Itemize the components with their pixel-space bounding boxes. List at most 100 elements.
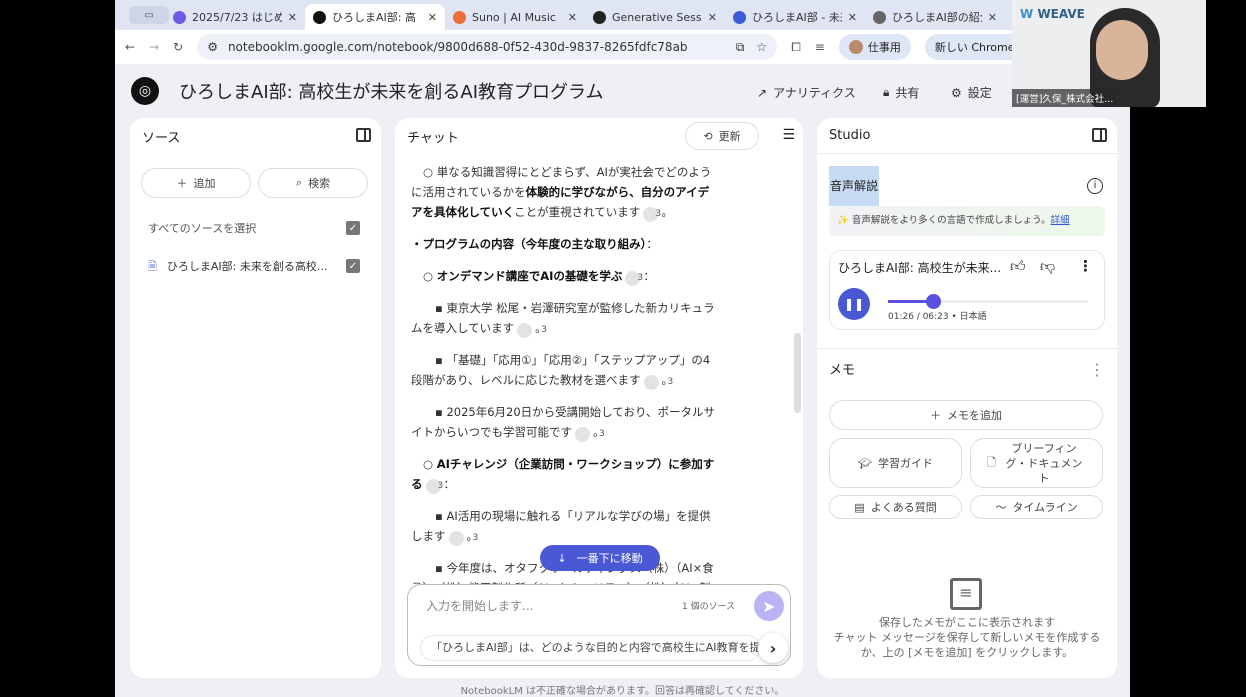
source-item[interactable]: 🗎 ひろしまAI部: 未来を創る高校... bbox=[148, 258, 327, 277]
audio-progress-slider[interactable] bbox=[888, 294, 1088, 309]
close-tab-icon[interactable]: ✕ bbox=[708, 11, 717, 24]
send-icon: ➤ bbox=[762, 596, 776, 616]
citation-chip[interactable]: 3 bbox=[625, 271, 643, 286]
video-call-overlay: W WEAVE [運営]久保_株式会社... bbox=[1012, 0, 1206, 107]
study-guide-button[interactable]: 🎓︎ 学習ガイド bbox=[829, 438, 962, 488]
forward-icon[interactable]: → bbox=[149, 40, 159, 54]
chat-paragraph: ○ 単なる知識習得にとどまらず、AIが実社会でどのように活用されているかを体験的… bbox=[411, 162, 719, 222]
track-title: ひろしまAI部: 高校生が未来... bbox=[838, 261, 1002, 275]
add-memo-button[interactable]: ＋ メモを追加 bbox=[829, 400, 1103, 430]
note-icon: ≡ bbox=[950, 578, 982, 610]
jump-label: 一番下に移動 bbox=[576, 552, 643, 565]
search-label: 検索 bbox=[308, 177, 331, 190]
sources-panel: ソース ＋ 追加 ⌕ 検索 すべてのソースを選択 ✓ 🗎 ひろしまAI部: 未来を創る… bbox=[130, 118, 381, 678]
plus-icon: ＋ bbox=[176, 177, 188, 190]
url-bar[interactable]: ⚙ notebooklm.google.com/notebook/9800d68… bbox=[197, 34, 778, 60]
citation-chip[interactable]: 3 bbox=[425, 479, 443, 494]
chat-text: ： bbox=[643, 269, 655, 283]
refresh-button[interactable]: ⟲ 更新 bbox=[685, 122, 759, 150]
url-text[interactable]: notebooklm.google.com/notebook/9800d688-… bbox=[228, 40, 688, 54]
chat-title: チャット bbox=[407, 130, 459, 146]
site-info-icon[interactable]: ⚙ bbox=[207, 40, 218, 54]
share-button[interactable]: 🔒︎ 共有 bbox=[883, 84, 919, 101]
settings-button[interactable]: ⚙ 設定 bbox=[951, 84, 992, 101]
chat-text: AIチャレンジ（企業訪問・ワークショップ）に参加する bbox=[411, 457, 715, 491]
back-icon[interactable]: ← bbox=[125, 40, 135, 54]
chat-scrollbar[interactable] bbox=[794, 333, 801, 413]
citation-chip[interactable]: 3 bbox=[643, 207, 661, 222]
info-icon[interactable]: i bbox=[1087, 178, 1103, 194]
bookmark-star-icon[interactable]: ☆ bbox=[756, 40, 767, 55]
install-icon[interactable]: ⧉ bbox=[736, 40, 745, 55]
analytics-button[interactable]: ↗ アナリティクス bbox=[757, 84, 856, 101]
page-title[interactable]: ひろしまAI部: 高校生が未来を創るAI教育プログラム bbox=[179, 78, 604, 104]
source-checkbox[interactable]: ✓ bbox=[346, 259, 360, 273]
chat-text: ▪ 2025年6月20日から受講開始しており、ポータルサイトからいつでも学習可能… bbox=[411, 405, 716, 439]
slider-handle[interactable] bbox=[926, 294, 941, 309]
app-header: ◎ ひろしまAI部: 高校生が未来を創るAI教育プログラム ↗ アナリティクス 🔒… bbox=[115, 64, 1130, 118]
citation-chip[interactable]: 3 bbox=[643, 375, 673, 390]
thumbs-down-icon[interactable]: 👎︎ bbox=[1040, 257, 1055, 276]
thumbs-up-icon[interactable]: 👍︎ bbox=[1010, 257, 1026, 276]
add-source-button[interactable]: ＋ 追加 bbox=[141, 168, 251, 198]
analytics-icon: ↗ bbox=[757, 85, 768, 100]
scroll-to-bottom-button[interactable]: ↓ 一番下に移動 bbox=[540, 545, 660, 571]
sources-title: ソース bbox=[142, 130, 181, 146]
arrow-down-icon: ↓ bbox=[557, 551, 567, 565]
discover-source-button[interactable]: ⌕ 検索 bbox=[258, 168, 368, 198]
select-all-label: すべてのソースを選択 bbox=[148, 222, 257, 235]
close-tab-icon[interactable]: ✕ bbox=[848, 11, 857, 24]
browser-tab[interactable]: ひろしまAI部: 高 ✕ bbox=[305, 4, 445, 30]
search-icon: ⌕ bbox=[295, 176, 303, 189]
briefing-label: ブリーフィング・ドキュメント bbox=[1005, 441, 1083, 485]
faq-icon: ▤ bbox=[854, 500, 865, 514]
faq-button[interactable]: ▤ よくある質問 bbox=[829, 495, 962, 519]
chat-panel: チャット ⟲ 更新 ☰ ○ 単なる知識習得にとどまらず、AIが実社会でどのように活… bbox=[395, 118, 803, 678]
send-button[interactable]: ➤ bbox=[754, 591, 784, 621]
citation-chip[interactable]: 3 bbox=[517, 323, 547, 338]
media-icon[interactable]: ≡ bbox=[815, 40, 825, 54]
browser-tab[interactable]: Generative Session ✕ bbox=[585, 4, 725, 30]
browser-tab[interactable]: Suno | AI Music ✕ bbox=[445, 4, 585, 30]
collapse-panel-icon[interactable] bbox=[356, 128, 371, 142]
profile-button[interactable]: 仕事用 bbox=[838, 34, 911, 60]
pause-button[interactable]: ❚❚ bbox=[838, 288, 870, 320]
favicon-icon bbox=[593, 10, 606, 24]
close-tab-icon[interactable]: ✕ bbox=[568, 11, 577, 24]
settings-label: 設定 bbox=[967, 86, 992, 100]
timeline-button[interactable]: 〜タイムライン bbox=[970, 495, 1103, 519]
memo-empty-state: 保存したメモがここに表示されます チャット メッセージを保存して新しいメモを作成す… bbox=[831, 615, 1103, 660]
memo-more-icon[interactable]: ⋮ bbox=[1089, 360, 1105, 379]
tune-icon[interactable]: ☰ bbox=[782, 127, 795, 143]
select-all-checkbox[interactable]: ✓ bbox=[346, 221, 360, 235]
tab-search-icon[interactable]: ▭ bbox=[129, 6, 169, 24]
close-tab-icon[interactable]: ✕ bbox=[988, 11, 997, 24]
more-options-icon[interactable]: ⋮ bbox=[1078, 257, 1093, 275]
chat-paragraph: ○ オンデマンド講座でAIの基礎を学ぶ 3： bbox=[411, 266, 719, 286]
browser-tab[interactable]: ひろしまAI部の紹介 ✕ bbox=[865, 4, 1005, 30]
empty-title: 保存したメモがここに表示されます bbox=[879, 616, 1055, 629]
weave-logo: W WEAVE bbox=[1020, 7, 1085, 21]
favicon-icon bbox=[873, 10, 886, 24]
close-tab-icon[interactable]: ✕ bbox=[428, 11, 437, 24]
lock-icon: 🔒︎ bbox=[883, 85, 890, 99]
collapse-panel-icon[interactable] bbox=[1092, 128, 1107, 142]
studio-panel: Studio 音声解説 i ✨ 音声解説をより多くの言語で作成しましょう。詳細 … bbox=[817, 118, 1117, 678]
chat-input[interactable]: 入力を開始します... bbox=[426, 597, 533, 614]
citation-chip[interactable]: 3 bbox=[575, 427, 605, 442]
browser-tab[interactable]: ひろしまAI部 - 未来 ✕ bbox=[725, 4, 865, 30]
study-guide-label: 学習ガイド bbox=[877, 457, 933, 470]
browser-tab[interactable]: 2025/7/23 はじめて ✕ bbox=[165, 4, 305, 30]
extensions-icon[interactable]: ⧠ bbox=[791, 40, 801, 55]
notebooklm-logo[interactable]: ◎ bbox=[131, 77, 159, 105]
details-link[interactable]: 詳細 bbox=[1051, 215, 1070, 226]
close-tab-icon[interactable]: ✕ bbox=[288, 11, 297, 24]
add-label: 追加 bbox=[193, 177, 216, 190]
chevron-right-icon[interactable]: › bbox=[758, 633, 788, 663]
citation-chip[interactable]: 3 bbox=[448, 531, 478, 546]
reload-icon[interactable]: ↻ bbox=[173, 40, 183, 54]
tab-title: Generative Session bbox=[612, 10, 702, 24]
briefing-doc-button[interactable]: 🗋 ブリーフィング・ドキュメント bbox=[970, 438, 1103, 488]
suggested-question[interactable]: 「ひろしまAI部」は、どのような目的と内容で高校生にAI教育を提供 bbox=[420, 635, 760, 661]
tab-title: ひろしまAI部の紹介 bbox=[892, 11, 982, 24]
